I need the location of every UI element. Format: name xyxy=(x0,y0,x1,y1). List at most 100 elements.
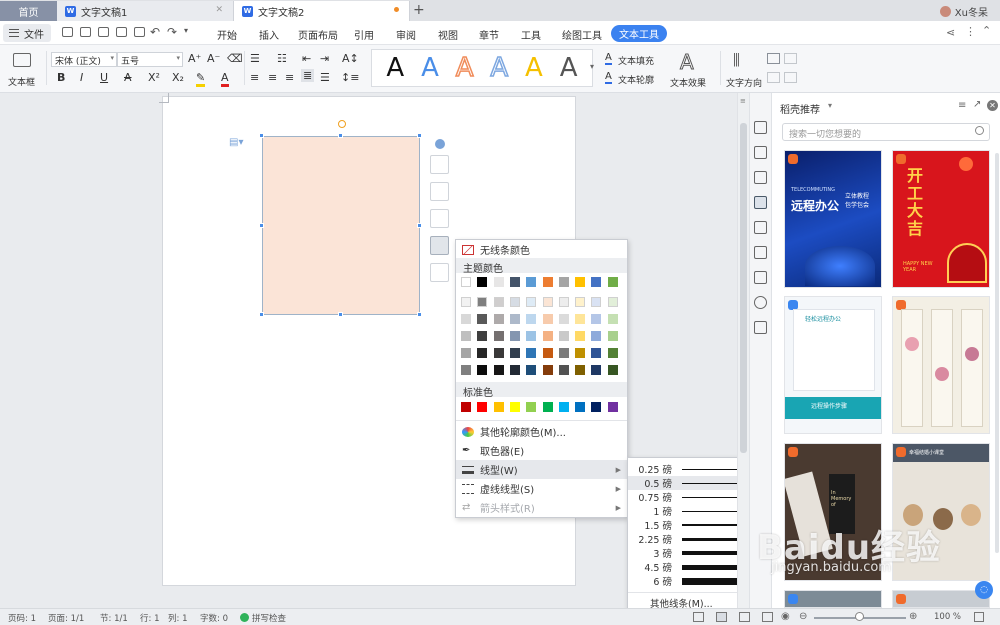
theme-shade-swatch[interactable] xyxy=(575,297,586,307)
theme-shade-swatch[interactable] xyxy=(526,365,537,375)
template-card-remote-guide[interactable]: 轻松远程办公 远程操作步骤 xyxy=(784,296,882,434)
layout-options-icon[interactable]: ▤▾ xyxy=(229,137,243,148)
font-size-select[interactable]: 五号 xyxy=(117,52,183,67)
undo-icon[interactable]: ↶ xyxy=(150,25,160,39)
page-view-icon[interactable] xyxy=(716,612,727,622)
standard-color-swatch[interactable] xyxy=(542,402,553,412)
theme-shade-swatch[interactable] xyxy=(461,348,471,358)
theme-color-swatch[interactable] xyxy=(607,277,618,287)
share-icon[interactable]: ⋖ xyxy=(946,26,955,39)
resize-handle-right[interactable] xyxy=(417,223,422,228)
theme-shade-swatch[interactable] xyxy=(607,331,618,341)
theme-shade-swatch[interactable] xyxy=(493,331,504,341)
standard-color-swatch[interactable] xyxy=(493,402,504,412)
theme-color-swatch[interactable] xyxy=(461,277,471,287)
standard-color-swatch[interactable] xyxy=(509,402,520,412)
theme-shade-swatch[interactable] xyxy=(591,365,602,375)
chat-help-icon[interactable]: ◌ xyxy=(975,581,993,599)
user-account[interactable]: Xu冬呆 xyxy=(939,4,988,19)
redo-icon[interactable]: ↷ xyxy=(167,25,177,39)
collapse-float-toolbar-icon[interactable] xyxy=(435,139,445,149)
eye-protection-icon[interactable]: ◉ xyxy=(781,611,790,622)
text-style-blue-outline[interactable]: A xyxy=(490,54,509,82)
dash-type-item[interactable]: 虚线线型(S) ▶ xyxy=(456,479,627,498)
line-weight-option[interactable]: 3 磅 xyxy=(628,546,749,560)
theme-shade-swatch[interactable] xyxy=(526,348,537,358)
theme-shade-swatch[interactable] xyxy=(607,365,618,375)
status-section[interactable]: 节: 1/1 xyxy=(100,612,128,624)
lock-icon[interactable] xyxy=(754,246,767,259)
gallery-more-icon[interactable]: ▾ xyxy=(590,62,594,71)
standard-color-swatch[interactable] xyxy=(526,402,537,412)
text-outline-button[interactable]: 文本轮廓 xyxy=(618,73,654,86)
status-row[interactable]: 行: 1 xyxy=(140,612,159,624)
theme-shade-swatch[interactable] xyxy=(542,365,553,375)
save-icon[interactable] xyxy=(80,27,91,37)
line-weight-option[interactable]: 0.75 磅 xyxy=(628,490,749,504)
tab-document-1[interactable]: W 文字文稿1 ✕ xyxy=(57,1,234,21)
theme-shade-swatch[interactable] xyxy=(509,348,520,358)
align-right-icon[interactable]: ≡ xyxy=(285,71,294,84)
resize-handle-bottom[interactable] xyxy=(338,312,343,317)
line-spacing-icon[interactable]: ↕≡ xyxy=(341,71,359,84)
theme-shade-swatch[interactable] xyxy=(493,348,504,358)
justify-icon[interactable]: ≣ xyxy=(301,69,315,82)
view-mode-icon[interactable] xyxy=(693,612,704,622)
recommend-icon[interactable] xyxy=(754,196,767,209)
theme-shade-swatch[interactable] xyxy=(477,365,488,375)
standard-color-swatch[interactable] xyxy=(558,402,569,412)
fill-icon[interactable] xyxy=(754,171,767,184)
line-type-item[interactable]: 线型(W) ▶ xyxy=(456,460,627,479)
theme-shade-swatch[interactable] xyxy=(477,314,488,324)
text-style-blue[interactable]: A xyxy=(421,55,439,81)
rotate-handle[interactable] xyxy=(338,120,346,128)
menu-insert[interactable]: 插入 xyxy=(259,27,279,42)
theme-shade-swatch[interactable] xyxy=(575,314,586,324)
outline-view-icon[interactable] xyxy=(739,612,750,622)
standard-color-swatch[interactable] xyxy=(477,402,488,412)
zoom-slider-thumb[interactable] xyxy=(855,612,864,621)
fullscreen-icon[interactable] xyxy=(974,612,984,622)
resize-handle-bottom-left[interactable] xyxy=(259,312,264,317)
theme-shade-swatch[interactable] xyxy=(493,365,504,375)
template-card-partial[interactable] xyxy=(784,590,882,608)
underline-icon[interactable]: U xyxy=(100,71,108,84)
theme-shade-swatch[interactable] xyxy=(558,331,569,341)
bold-icon[interactable]: B xyxy=(57,71,65,84)
image-icon[interactable] xyxy=(754,321,767,334)
adjust-icon[interactable] xyxy=(754,271,767,284)
print-icon[interactable] xyxy=(116,27,127,37)
theme-color-swatch[interactable] xyxy=(477,277,488,287)
superscript-icon[interactable]: X² xyxy=(148,71,160,84)
status-column[interactable]: 列: 1 xyxy=(168,612,187,624)
standard-color-swatch[interactable] xyxy=(591,402,602,412)
theme-shade-swatch[interactable] xyxy=(509,314,520,324)
edit-icon[interactable] xyxy=(754,121,767,134)
link-textbox-icon[interactable] xyxy=(784,53,797,64)
theme-shade-swatch[interactable] xyxy=(558,314,569,324)
resize-handle-top-left[interactable] xyxy=(259,133,264,138)
resize-handle-left[interactable] xyxy=(259,223,264,228)
float-fill-icon[interactable] xyxy=(430,209,449,228)
highlight-icon[interactable]: ✎ xyxy=(196,71,206,87)
shrink-font-icon[interactable]: A⁻ xyxy=(207,52,220,65)
theme-shade-swatch[interactable] xyxy=(575,348,586,358)
theme-shade-swatch[interactable] xyxy=(461,331,471,341)
text-style-yellow[interactable]: A xyxy=(525,55,543,81)
menu-text-tools[interactable]: 文本工具 xyxy=(611,25,667,42)
theme-shade-swatch[interactable] xyxy=(526,297,537,307)
menu-review[interactable]: 审阅 xyxy=(396,27,416,42)
eyedropper-item[interactable]: ✒ 取色器(E) xyxy=(456,441,627,460)
theme-shade-swatch[interactable] xyxy=(542,331,553,341)
theme-shade-swatch[interactable] xyxy=(477,297,488,307)
strikethrough-icon[interactable]: A xyxy=(124,71,132,84)
text-style-gray[interactable]: A xyxy=(560,55,578,81)
line-weight-option[interactable]: 6 磅 xyxy=(628,574,749,588)
resize-handle-top[interactable] xyxy=(338,133,343,138)
theme-color-swatch[interactable] xyxy=(542,277,553,287)
theme-color-swatch[interactable] xyxy=(493,277,504,287)
menu-drawing-tools[interactable]: 绘图工具 xyxy=(562,27,602,42)
bullet-list-icon[interactable]: ☰ xyxy=(250,52,260,65)
menu-start[interactable]: 开始 xyxy=(217,27,237,42)
align-center-icon[interactable]: ≡ xyxy=(268,71,277,84)
